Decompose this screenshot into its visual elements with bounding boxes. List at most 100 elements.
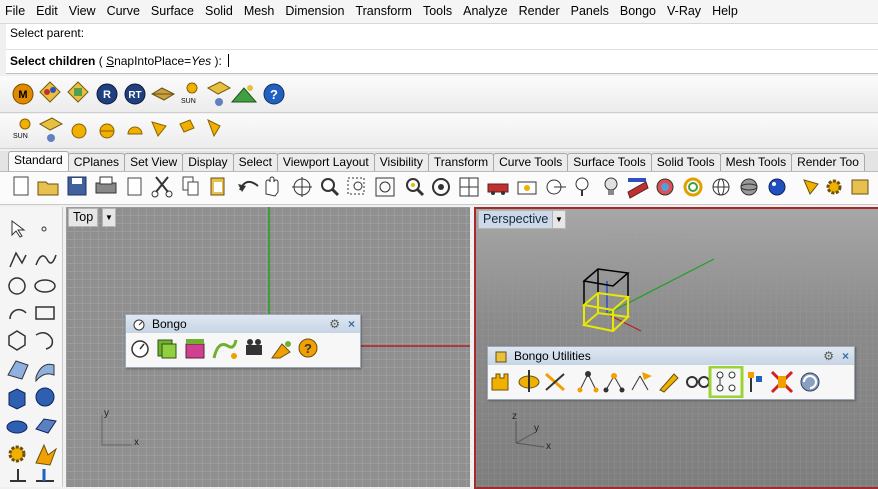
help-icon[interactable]: ? bbox=[263, 83, 285, 105]
bongo-help-icon[interactable]: ? bbox=[298, 338, 318, 358]
link-icon[interactable] bbox=[271, 341, 291, 359]
align-icon[interactable] bbox=[545, 372, 565, 392]
polygon-icon[interactable] bbox=[8, 330, 26, 351]
snapshot-icon[interactable] bbox=[517, 181, 537, 195]
tab-transform[interactable]: Transform bbox=[427, 153, 495, 171]
menu-item-surface[interactable]: Surface bbox=[146, 0, 200, 23]
option-hotkey[interactable]: S bbox=[106, 54, 114, 68]
clapperboard-icon[interactable] bbox=[185, 339, 205, 359]
reset-icon[interactable] bbox=[800, 372, 820, 392]
tab-render-too[interactable]: Render Too bbox=[791, 153, 865, 171]
mesh-plane-icon[interactable] bbox=[35, 418, 57, 434]
rotate-view-icon[interactable] bbox=[292, 177, 312, 197]
point-icon[interactable] bbox=[41, 226, 47, 232]
shaded-icon[interactable] bbox=[740, 178, 758, 196]
menu-item-view[interactable]: View bbox=[64, 0, 102, 23]
tab-select[interactable]: Select bbox=[232, 153, 278, 171]
path-animation-icon[interactable] bbox=[212, 339, 238, 359]
mesh-icon[interactable] bbox=[6, 420, 28, 434]
render-r-icon[interactable]: R bbox=[96, 83, 118, 105]
tab-standard[interactable]: Standard bbox=[8, 151, 69, 171]
named-cplane-icon[interactable] bbox=[487, 183, 509, 195]
tab-set-view[interactable]: Set View bbox=[124, 153, 184, 171]
rect-light-icon[interactable] bbox=[179, 119, 195, 133]
tab-visibility[interactable]: Visibility bbox=[373, 153, 429, 171]
wireframe-icon[interactable] bbox=[712, 178, 730, 196]
tab-cplanes[interactable]: CPlanes bbox=[67, 153, 126, 171]
select-children-icon[interactable] bbox=[716, 371, 736, 392]
bongo-utilities-header[interactable]: Bongo Utilities ⚙ × bbox=[488, 347, 854, 365]
undo-icon[interactable] bbox=[238, 180, 259, 192]
render-rt-icon[interactable]: RT bbox=[124, 83, 146, 105]
viewport-label-perspective[interactable]: Perspective bbox=[478, 210, 554, 229]
texture-icon[interactable] bbox=[67, 81, 89, 103]
paste-icon[interactable] bbox=[210, 177, 225, 196]
curve-icon[interactable] bbox=[35, 254, 57, 266]
toolbar-options-gear-icon[interactable]: ⚙ bbox=[329, 315, 340, 333]
rectangle-icon[interactable] bbox=[35, 306, 55, 320]
menu-item-analyze[interactable]: Analyze bbox=[458, 0, 513, 23]
chain-icon[interactable] bbox=[748, 372, 762, 392]
explode-icon[interactable] bbox=[35, 443, 58, 466]
transform-gear-icon[interactable] bbox=[8, 445, 26, 463]
environment-icon[interactable] bbox=[230, 85, 258, 103]
menu-item-bongo[interactable]: Bongo bbox=[615, 0, 662, 23]
sphere-icon[interactable] bbox=[35, 387, 55, 407]
material-icon[interactable] bbox=[39, 81, 61, 103]
open-folder-icon[interactable] bbox=[37, 181, 59, 196]
menu-item-v-ray[interactable]: V-Ray bbox=[662, 0, 707, 23]
menu-item-render[interactable]: Render bbox=[514, 0, 566, 23]
ellipse-icon[interactable] bbox=[34, 279, 56, 293]
tab-curve-tools[interactable]: Curve Tools bbox=[493, 153, 569, 171]
directional-light-icon[interactable] bbox=[151, 121, 167, 137]
menu-item-help[interactable]: Help bbox=[707, 0, 744, 23]
object-properties-icon[interactable] bbox=[575, 177, 589, 196]
arc-icon[interactable] bbox=[9, 308, 27, 320]
four-viewports-icon[interactable] bbox=[459, 177, 479, 197]
zoom-window-icon[interactable] bbox=[347, 177, 365, 195]
zoom-extents-icon[interactable] bbox=[375, 177, 395, 197]
sun-icon[interactable] bbox=[186, 82, 198, 94]
analyze-icon[interactable] bbox=[36, 469, 54, 482]
options-gear-icon[interactable] bbox=[826, 179, 842, 195]
cut-icon[interactable] bbox=[151, 176, 173, 198]
remove-icon[interactable] bbox=[770, 370, 794, 394]
tab-solid-tools[interactable]: Solid Tools bbox=[650, 153, 721, 171]
option-name[interactable]: napIntoPlace bbox=[114, 54, 184, 68]
loft-icon[interactable] bbox=[35, 363, 55, 383]
sun-light-icon[interactable] bbox=[19, 118, 31, 130]
polyline-icon[interactable] bbox=[9, 251, 27, 268]
menu-item-curve[interactable]: Curve bbox=[102, 0, 146, 23]
circle-icon[interactable] bbox=[8, 277, 26, 295]
glasses-icon[interactable] bbox=[686, 376, 710, 388]
set-parent-icon[interactable] bbox=[631, 372, 652, 391]
menu-item-transform[interactable]: Transform bbox=[350, 0, 418, 23]
menu-item-edit[interactable]: Edit bbox=[31, 0, 64, 23]
animation-properties-icon[interactable] bbox=[157, 339, 177, 359]
box-icon[interactable] bbox=[8, 388, 26, 410]
print-icon[interactable] bbox=[95, 176, 117, 194]
menu-item-file[interactable]: File bbox=[0, 0, 31, 23]
maxwell-icon[interactable]: M bbox=[12, 83, 34, 105]
lightbulb-icon[interactable] bbox=[604, 177, 618, 195]
menu-item-dimension[interactable]: Dimension bbox=[280, 0, 350, 23]
pointer-options-icon[interactable] bbox=[803, 179, 819, 195]
ground-plane-icon[interactable] bbox=[150, 87, 176, 101]
perspective-menu-dropdown[interactable]: ▼ bbox=[552, 210, 566, 229]
properties-icon[interactable] bbox=[546, 179, 566, 195]
pivot-icon[interactable] bbox=[518, 370, 540, 392]
tab-surface-tools[interactable]: Surface Tools bbox=[567, 153, 652, 171]
tab-viewport-layout[interactable]: Viewport Layout bbox=[276, 153, 375, 171]
animation-stopwatch-icon[interactable] bbox=[131, 340, 149, 358]
select-arrow-icon[interactable] bbox=[11, 220, 26, 238]
menu-item-mesh[interactable]: Mesh bbox=[239, 0, 281, 23]
command-prompt[interactable]: Select children ( SnapIntoPlace=Yes ): bbox=[6, 50, 878, 74]
new-file-icon[interactable] bbox=[13, 176, 29, 196]
rendered-icon[interactable] bbox=[768, 178, 786, 196]
rainbow-icon[interactable] bbox=[683, 177, 703, 197]
ies-light-icon[interactable] bbox=[207, 118, 221, 138]
hierarchy-icon[interactable] bbox=[603, 373, 625, 393]
save-icon[interactable] bbox=[67, 176, 87, 196]
dome-light-icon[interactable] bbox=[127, 126, 143, 135]
spot-light-icon[interactable] bbox=[38, 117, 64, 142]
